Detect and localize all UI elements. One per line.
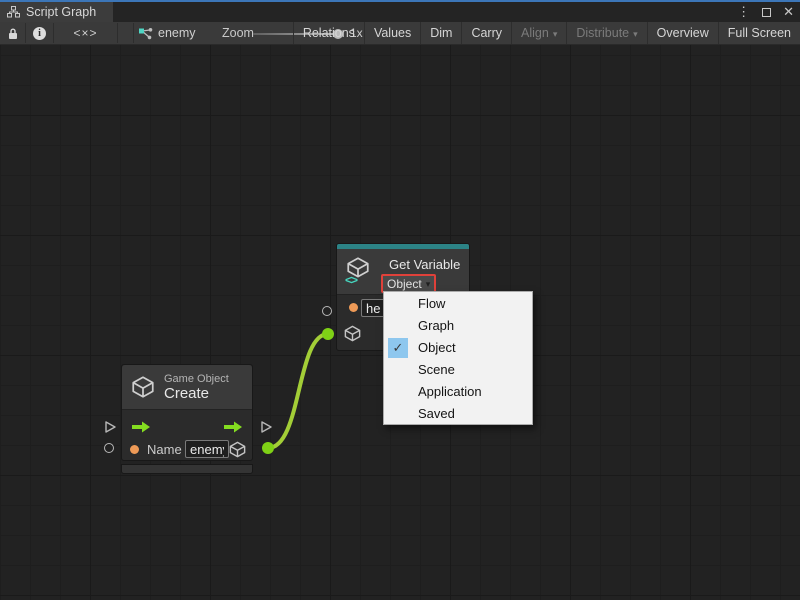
graph-toolbar: i <×> enemy Zoom 1x Relations Values Dim [0,22,800,45]
variable-brackets-icon: <> [345,273,357,287]
align-button[interactable]: Align ▾ [511,22,566,44]
chevron-down-icon: ▾ [553,29,558,40]
close-icon[interactable]: ✕ [783,2,794,22]
distribute-button[interactable]: Distribute ▾ [566,22,646,44]
flow-port-row [122,416,252,438]
get-variable-header: <> Get Variable Object ▾ [337,249,469,295]
menu-item-graph[interactable]: Graph [384,315,532,337]
connected-output-port[interactable] [262,442,274,454]
tab-script-graph[interactable]: Script Graph [0,2,113,22]
param-label: Name [147,442,182,457]
string-port-icon[interactable] [349,303,358,312]
lock-icon [7,27,19,40]
create-node-footer [121,464,253,474]
code-icon: <×> [73,26,97,40]
node-title: Get Variable [389,257,460,272]
menu-item-flow[interactable]: Flow [384,293,532,315]
value-port-row: Name [122,439,252,461]
carry-button[interactable]: Carry [461,22,511,44]
flow-output-arrow-icon[interactable] [222,420,244,434]
check-icon: ✓ [388,338,408,358]
value-input-port[interactable] [104,443,114,453]
chevron-down-icon: ▾ [426,279,431,290]
game-object-input-port-icon[interactable] [343,324,362,343]
string-port-icon[interactable] [130,445,139,454]
scope-value: Object [387,277,422,291]
graph-hierarchy-icon [7,6,20,18]
unity-script-graph-window: Script Graph ⋮ ✕ i <×> [0,0,800,600]
flow-input-port[interactable] [103,420,117,434]
menu-item-scene[interactable]: Scene [384,359,532,381]
graph-asset-icon [138,27,153,40]
info-button[interactable]: i [26,22,53,44]
graph-breadcrumb[interactable]: enemy [138,22,196,44]
full-screen-button[interactable]: Full Screen [718,22,800,44]
name-input[interactable] [185,440,229,458]
menu-item-saved[interactable]: Saved [384,403,532,425]
toolbar-button-group: Relations Values Dim Carry Align ▾ Distr… [293,22,800,45]
graph-name: enemy [158,26,196,40]
dim-button[interactable]: Dim [420,22,461,44]
node-category: Game Object [164,373,229,385]
tab-title: Script Graph [26,5,96,19]
title-bar: Script Graph ⋮ ✕ [0,0,800,22]
variable-name-input-port[interactable] [322,306,332,316]
maximize-icon[interactable] [762,8,771,17]
window-menu-icon[interactable]: ⋮ [737,2,750,22]
chevron-down-icon: ▾ [633,29,638,40]
flow-input-arrow-icon[interactable] [130,420,152,434]
game-object-output-port-icon[interactable] [228,440,247,459]
create-node-header: Game Object Create [122,365,252,410]
menu-item-object[interactable]: ✓ Object [384,337,532,359]
relations-button[interactable]: Relations [293,22,364,44]
overview-button[interactable]: Overview [647,22,718,44]
game-object-cube-icon [130,374,156,400]
flow-output-port[interactable] [259,420,273,434]
info-icon: i [33,27,46,40]
node-title: Create [164,385,229,402]
lock-button[interactable] [0,22,25,44]
code-view-button[interactable]: <×> [54,22,117,44]
variable-scope-menu: Flow Graph ✓ Object Scene Application Sa… [383,291,533,425]
values-button[interactable]: Values [364,22,420,44]
connected-input-port[interactable] [322,328,334,340]
node-create-game-object[interactable]: Game Object Create Name [121,364,253,461]
menu-item-application[interactable]: Application [384,381,532,403]
focus-accent-line [0,0,800,2]
zoom-label: Zoom [222,26,254,40]
graph-canvas[interactable]: Game Object Create Name [0,45,800,600]
